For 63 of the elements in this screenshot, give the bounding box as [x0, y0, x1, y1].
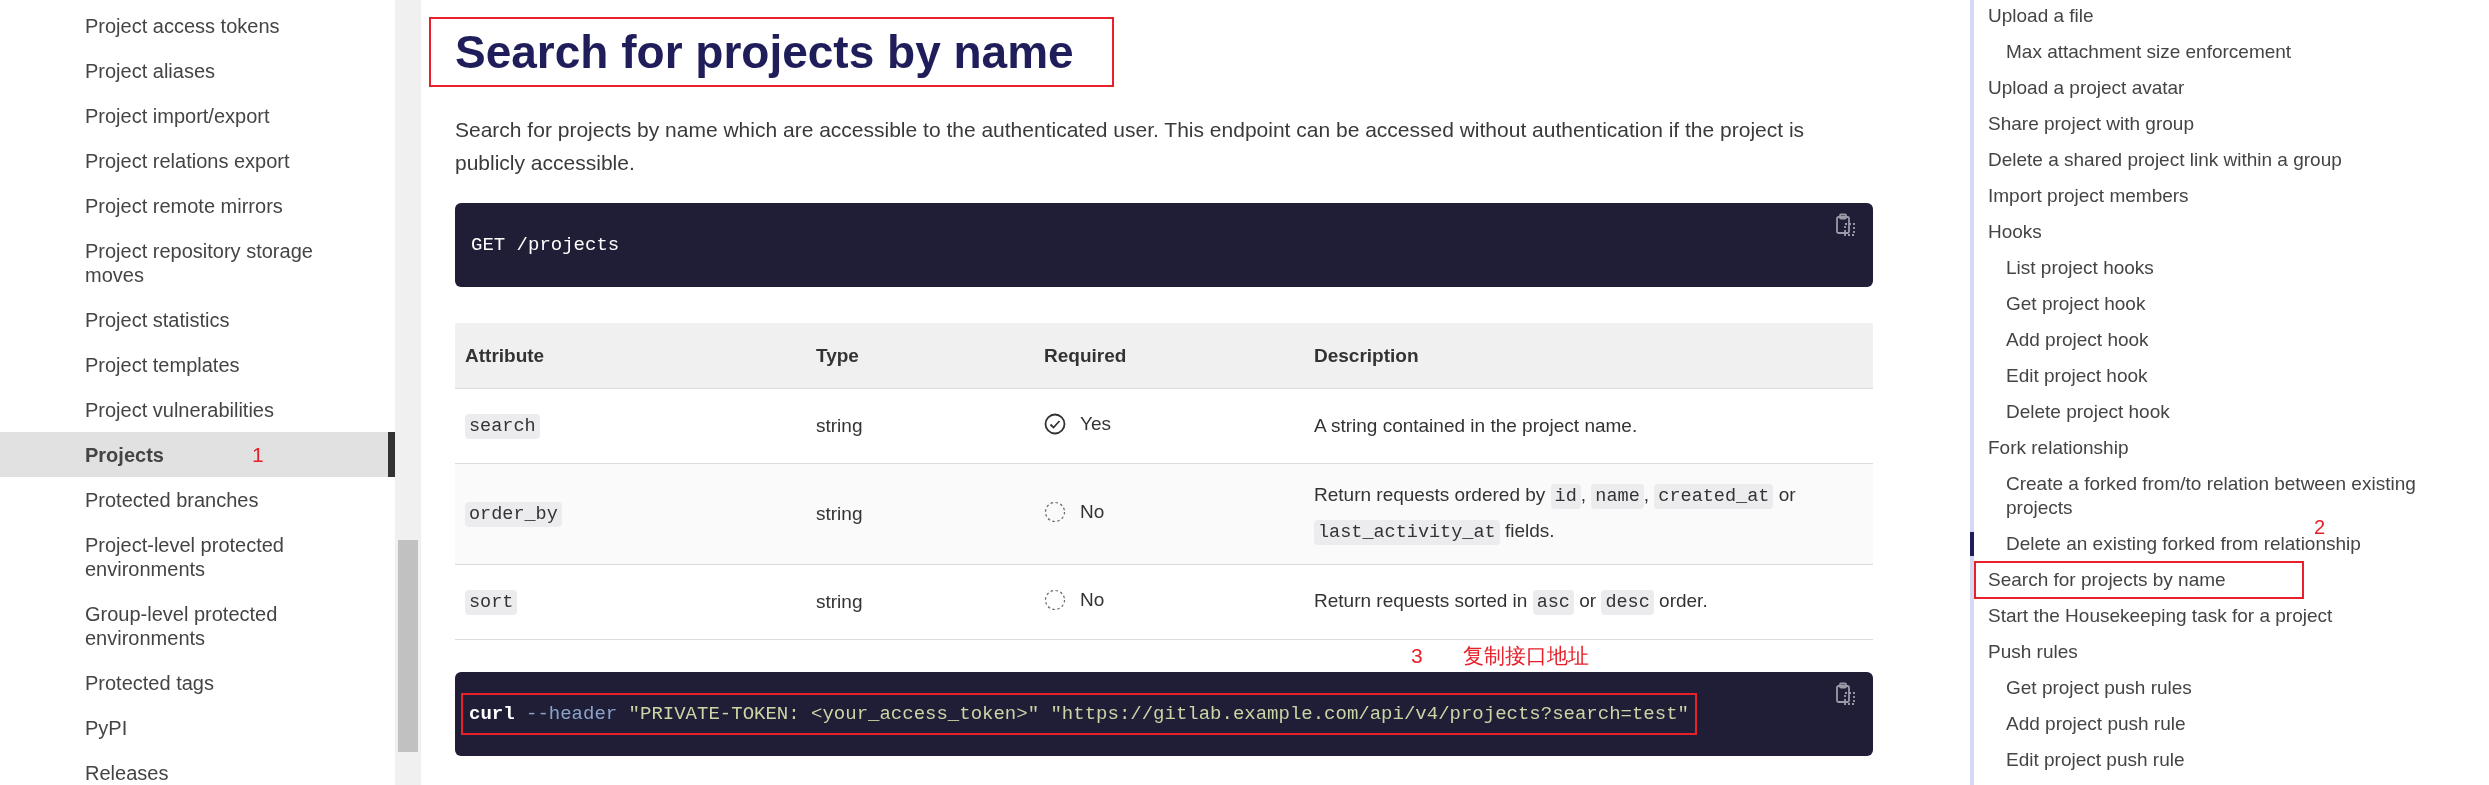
toc-link[interactable]: Delete a shared project link within a group	[1974, 148, 2354, 172]
scrollbar[interactable]	[395, 0, 420, 785]
toc-link[interactable]: Upload a file	[1974, 4, 2106, 28]
nav-item[interactable]: Project import/export	[0, 93, 395, 138]
toc-link[interactable]: Push rules	[1974, 640, 2090, 664]
toc-link[interactable]: Upload a project avatar	[1974, 76, 2197, 100]
intro-text: Search for projects by name which are accessible to the authenticated user. This endpoint can be accessed without authentication if the project is publicly accessible.	[455, 117, 1806, 176]
toc-link[interactable]: Max attachment size enforcement	[1974, 40, 2304, 64]
nav-item[interactable]: Project vulnerabilities	[0, 387, 395, 432]
toc-link[interactable]: Get project push rules	[1974, 676, 2204, 700]
required-text: No	[1080, 587, 1105, 612]
column-header: Attribute	[455, 323, 806, 389]
table-cell: string	[806, 463, 1034, 565]
toc-link[interactable]: Get project hook	[1974, 292, 2158, 316]
toc-link[interactable]: Share project with group	[1974, 112, 2206, 136]
toc-link[interactable]: Add project hook	[1974, 328, 2161, 352]
toc-link[interactable]: Edit project hook	[1974, 364, 2160, 388]
annotation-number: 2	[2314, 518, 2326, 536]
required-text: Yes	[1080, 411, 1111, 436]
attribute-code: sort	[465, 590, 518, 615]
description-text: Return requests ordered by id , name , created_at or last_activity_at fields.	[1314, 483, 1797, 547]
nav-item[interactable]: Project remote mirrors	[0, 183, 395, 228]
nav-item[interactable]: Project aliases	[0, 48, 395, 93]
table-cell: string	[806, 388, 1034, 464]
page-title: Search for projects by name	[429, 17, 1114, 87]
nav-item[interactable]: Project statistics	[0, 297, 395, 342]
copy-icon	[1835, 682, 1857, 706]
description-text: Return requests sorted in asc or desc order.	[1314, 589, 1709, 617]
nav-item[interactable]: Project-level protected environments	[0, 522, 395, 591]
toc-link[interactable]: Delete project hook	[1974, 400, 2182, 424]
code-text: GET /projects	[471, 234, 620, 256]
nav-item[interactable]: Project repository storage moves	[0, 228, 395, 297]
curl-command: curl --header "PRIVATE-TOKEN: <your_access_token>" "https://gitlab.example.com/api/v4/projects?search=test"	[461, 693, 1697, 735]
description-text: A string contained in the project name.	[1314, 414, 1639, 438]
attribute-code: order_by	[465, 502, 562, 527]
toc-link[interactable]: Edit project push rule	[1974, 748, 2197, 772]
toc-link[interactable]: Create a forked from/to relation between existing projects	[1974, 472, 2488, 520]
toc-link[interactable]: Search for projects by name	[1974, 561, 2304, 599]
column-header: Required	[1034, 323, 1304, 389]
nav-item[interactable]: PyPI	[0, 705, 395, 750]
toc-link[interactable]: Hooks	[1974, 220, 2054, 244]
column-header: Description	[1304, 323, 1873, 389]
nav-item[interactable]: Protected branches	[0, 477, 395, 522]
annotation-text: 复制接口地址	[1462, 643, 1589, 669]
annotation-text: 3	[1411, 644, 1423, 668]
toc-link[interactable]: Start the Housekeeping task for a project	[1974, 604, 2345, 628]
toc-link[interactable]: List project hooks	[1974, 256, 2166, 280]
nav-item[interactable]: Project relations export	[0, 138, 395, 183]
table-cell: string	[806, 564, 1034, 640]
nav-item[interactable]: Protected tags	[0, 660, 395, 705]
nav-item[interactable]: Project access tokens	[0, 3, 395, 48]
toc-link[interactable]: Import project members	[1974, 184, 2201, 208]
nav-item[interactable]: Projects 1	[0, 432, 395, 477]
required-text: No	[1080, 499, 1105, 524]
toc-link[interactable]: Add project push rule	[1974, 712, 2198, 736]
annotation-number: 1	[251, 442, 264, 467]
nav-item[interactable]: Releases	[0, 750, 395, 785]
toc-link[interactable]: Fork relationship	[1974, 436, 2141, 460]
column-header: Type	[806, 323, 1034, 389]
attribute-code: search	[465, 414, 540, 439]
nav-item[interactable]: Group-level protected environments	[0, 591, 395, 660]
copy-icon	[1835, 213, 1857, 237]
nav-item[interactable]: Project templates	[0, 342, 395, 387]
